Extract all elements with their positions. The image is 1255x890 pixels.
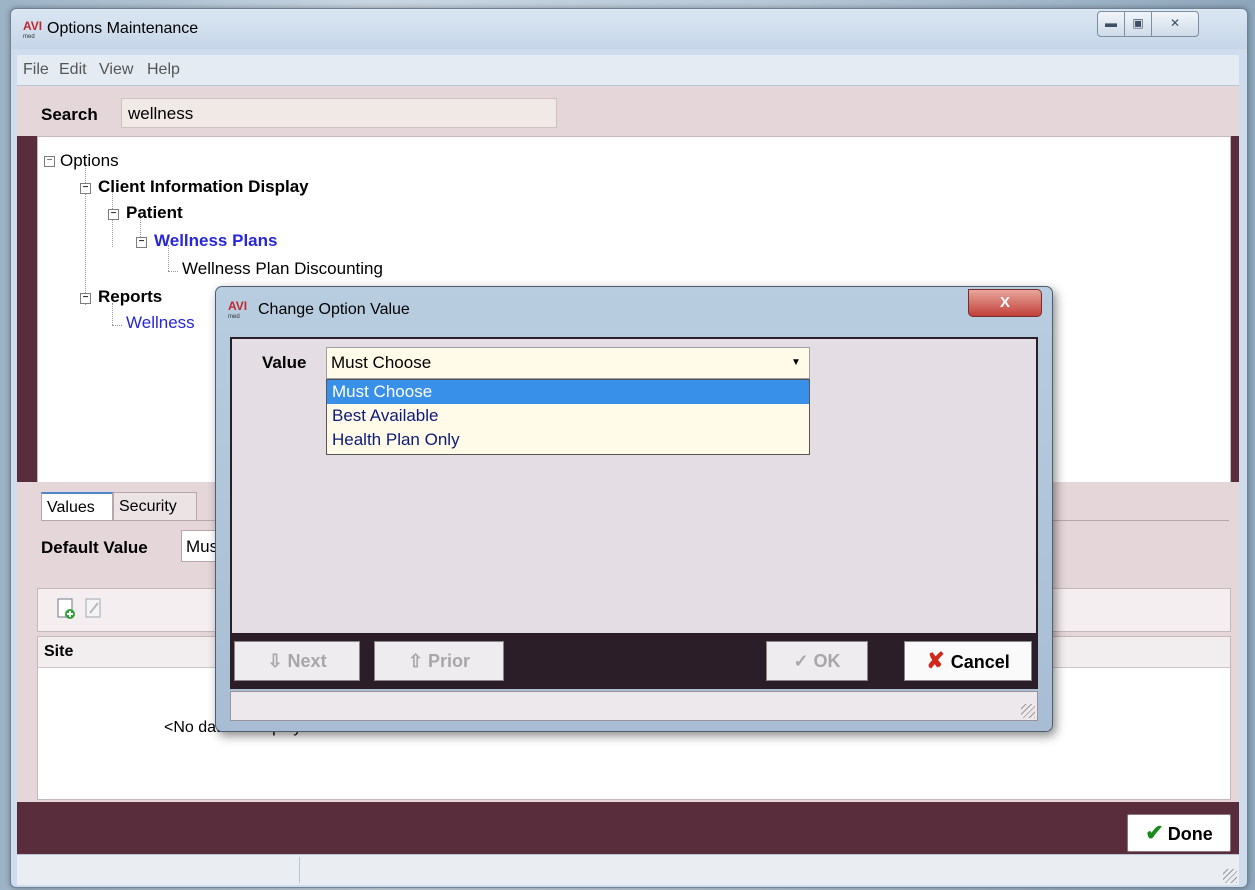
- collapse-icon[interactable]: −: [44, 156, 55, 167]
- column-header-site[interactable]: Site: [44, 643, 73, 661]
- cancel-button[interactable]: ✘ Cancel: [904, 641, 1032, 681]
- dialog-title: Change Option Value: [258, 301, 410, 318]
- search-area: Search wellness: [17, 86, 1239, 136]
- maximize-button[interactable]: ▣: [1124, 11, 1152, 37]
- logo-subtext: med: [228, 314, 240, 320]
- menu-file[interactable]: File: [23, 61, 49, 79]
- value-label: Value: [262, 353, 307, 372]
- window-title: Options Maintenance: [47, 20, 199, 37]
- value-dropdown-list: Must Choose Best Available Health Plan O…: [326, 379, 810, 455]
- dropdown-option-health-plan-only[interactable]: Health Plan Only: [327, 428, 809, 452]
- checkmark-icon: ✔: [1145, 820, 1164, 845]
- menu-edit[interactable]: Edit: [59, 61, 87, 79]
- prior-label: Prior: [428, 651, 471, 671]
- value-combobox-text: Must Choose: [331, 353, 432, 372]
- next-label: Next: [287, 651, 327, 671]
- tree-node-reports-wellness[interactable]: Wellness: [126, 313, 195, 333]
- menu-view[interactable]: View: [99, 61, 133, 79]
- tree-node-options[interactable]: − Options: [44, 151, 119, 171]
- edit-record-icon[interactable]: [84, 598, 104, 620]
- collapse-icon[interactable]: −: [136, 237, 147, 248]
- tab-values[interactable]: Values: [41, 492, 113, 520]
- dialog-button-bar: ⇩ Next ⇧ Prior ✓ OK ✘ Cancel: [230, 635, 1038, 689]
- dropdown-option-best-available[interactable]: Best Available: [327, 404, 809, 428]
- next-button[interactable]: ⇩ Next: [234, 641, 360, 681]
- tree-node-label: Reports: [98, 287, 163, 306]
- tree-connector: [168, 271, 178, 272]
- tree-node-reports[interactable]: − Reports: [80, 287, 162, 307]
- window-close-button[interactable]: ✕: [1151, 11, 1199, 37]
- default-value-label: Default Value: [41, 538, 148, 557]
- done-label: Done: [1167, 824, 1213, 844]
- tree-node-label: Wellness Plans: [154, 231, 278, 250]
- add-record-icon[interactable]: [56, 598, 76, 620]
- status-divider: [299, 857, 300, 883]
- menu-help[interactable]: Help: [147, 61, 180, 79]
- tree-node-wellness-plan-discounting[interactable]: Wellness Plan Discounting: [182, 259, 383, 279]
- ok-label: OK: [813, 651, 841, 671]
- done-button[interactable]: ✔ Done: [1127, 814, 1231, 852]
- collapse-icon[interactable]: −: [108, 209, 119, 220]
- prior-button[interactable]: ⇧ Prior: [374, 641, 504, 681]
- title-bar: AVI med Options Maintenance ▬ ▣ ✕: [11, 9, 1247, 49]
- tree-node-label: Wellness: [126, 313, 195, 332]
- tab-security[interactable]: Security: [113, 492, 197, 520]
- chevron-down-icon[interactable]: ▼: [785, 350, 807, 376]
- logo-subtext: med: [23, 34, 35, 40]
- logo-text: AVI: [23, 19, 43, 33]
- tree-node-label: Wellness Plan Discounting: [182, 259, 383, 278]
- arrow-down-icon: ⇩: [267, 651, 283, 671]
- cancel-x-icon: ✘: [926, 648, 945, 673]
- resize-grip-icon[interactable]: [1223, 869, 1237, 883]
- search-input[interactable]: wellness: [121, 98, 557, 128]
- close-icon: X: [999, 294, 1010, 311]
- checkmark-icon: ✓: [793, 651, 809, 671]
- collapse-icon[interactable]: −: [80, 183, 91, 194]
- status-bar: [17, 854, 1239, 885]
- tree-node-label: Options: [60, 151, 119, 170]
- app-logo: AVI med: [23, 19, 43, 43]
- tree-node-client-information-display[interactable]: − Client Information Display: [80, 177, 309, 197]
- minimize-button[interactable]: ▬: [1097, 11, 1125, 37]
- dialog-logo: AVI med: [228, 299, 248, 323]
- tree-node-label: Client Information Display: [98, 177, 309, 196]
- dialog-status-bar: [230, 691, 1038, 721]
- resize-grip-icon[interactable]: [1021, 704, 1035, 718]
- tree-node-label: Patient: [126, 203, 183, 222]
- tree-node-patient[interactable]: − Patient: [108, 203, 183, 223]
- ok-button[interactable]: ✓ OK: [766, 641, 868, 681]
- logo-text: AVI: [228, 299, 248, 313]
- search-label: Search: [41, 105, 98, 124]
- cancel-label: Cancel: [950, 652, 1010, 672]
- arrow-up-icon: ⇧: [407, 651, 424, 671]
- value-combobox[interactable]: Must Choose ▼: [326, 347, 810, 379]
- menu-bar: File Edit View Help: [17, 55, 1239, 86]
- change-option-value-dialog: AVI med Change Option Value X Value Must …: [215, 286, 1053, 732]
- tree-node-wellness-plans[interactable]: − Wellness Plans: [136, 231, 277, 251]
- dialog-close-button[interactable]: X: [968, 289, 1042, 317]
- collapse-icon[interactable]: −: [80, 293, 91, 304]
- tree-connector: [112, 325, 122, 326]
- dropdown-option-must-choose[interactable]: Must Choose: [327, 380, 809, 404]
- dialog-body: Value Must Choose ▼ Must Choose Best Ava…: [230, 337, 1038, 635]
